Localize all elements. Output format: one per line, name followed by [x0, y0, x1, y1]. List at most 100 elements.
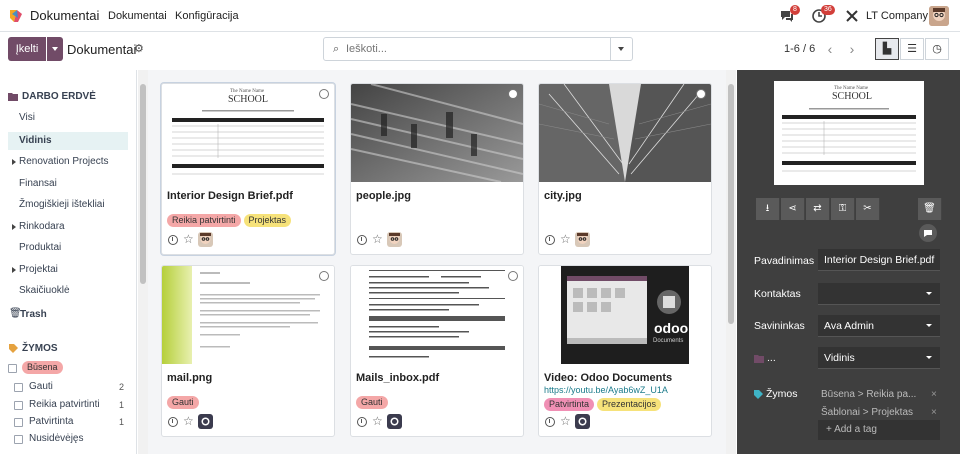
activity-clock-icon[interactable]: [545, 417, 555, 427]
pager-next-button[interactable]: ›: [842, 38, 862, 60]
select-checkbox[interactable]: [508, 89, 518, 99]
document-card[interactable]: The Name Name SCHOOL Interior Design Bri…: [161, 83, 335, 255]
star-icon[interactable]: ☆: [560, 232, 571, 246]
tag-item-patvirtinta[interactable]: Patvirtinta 1: [14, 414, 128, 430]
list-view-button[interactable]: ☰: [900, 38, 924, 60]
sidebar-item-skaiciuokle[interactable]: Skaičiuoklė: [8, 282, 128, 300]
owner-select[interactable]: Ava Admin: [818, 315, 940, 337]
owner-avatar[interactable]: [387, 232, 402, 247]
add-tag-input[interactable]: + Add a tag: [818, 420, 940, 440]
owner-avatar[interactable]: [198, 232, 213, 247]
document-thumbnail[interactable]: odoo Documents: [539, 266, 711, 364]
star-icon[interactable]: ☆: [372, 414, 383, 428]
sidebar-item-trash[interactable]: Trash: [20, 309, 47, 320]
document-thumbnail[interactable]: [351, 266, 523, 364]
upload-dropdown-button[interactable]: [47, 37, 63, 61]
sidebar-item-rinkodara[interactable]: Rinkodara: [8, 218, 128, 236]
activity-clock-icon[interactable]: [545, 235, 555, 245]
activity-clock-icon[interactable]: [168, 417, 178, 427]
document-card[interactable]: Mails_inbox.pdf Gauti ☆: [350, 265, 524, 437]
owner-avatar[interactable]: [575, 414, 590, 429]
sidebar-item-zmogiskieji-istekliai[interactable]: Žmogiškieji ištekliai: [8, 196, 128, 214]
delete-trash-icon[interactable]: 🗑: [918, 198, 942, 220]
search-icon[interactable]: ⌕: [333, 43, 339, 56]
share-icon[interactable]: ⋖: [781, 198, 805, 220]
owner-avatar[interactable]: [387, 414, 402, 429]
document-thumbnail[interactable]: [539, 84, 711, 182]
tag-checkbox[interactable]: [14, 435, 23, 444]
search-input[interactable]: [346, 41, 606, 57]
remove-tag-icon[interactable]: ×: [931, 407, 937, 418]
tag-checkbox[interactable]: [14, 401, 23, 410]
tag-checkbox[interactable]: [14, 418, 23, 427]
star-icon[interactable]: ☆: [372, 232, 383, 246]
owner-avatar[interactable]: [575, 232, 590, 247]
name-field[interactable]: Interior Design Brief.pdf: [818, 249, 940, 271]
document-url[interactable]: https://youtu.be/Ayab6wZ_U1A: [544, 385, 668, 395]
document-thumbnail[interactable]: The Name Name SCHOOL: [162, 84, 334, 182]
document-title[interactable]: mail.png: [167, 372, 212, 384]
tag-item-reikia-patvirtinti[interactable]: Reikia patvirtinti 1: [14, 397, 128, 413]
select-checkbox[interactable]: [696, 89, 706, 99]
gear-icon[interactable]: ⚙: [134, 42, 144, 55]
contact-select[interactable]: [818, 283, 940, 305]
chatter-toggle-icon[interactable]: [919, 224, 937, 242]
star-icon[interactable]: ☆: [183, 232, 194, 246]
document-title[interactable]: Mails_inbox.pdf: [356, 372, 439, 384]
menu-konfiguracija[interactable]: Konfigūracija: [175, 10, 239, 22]
document-title[interactable]: Interior Design Brief.pdf: [167, 190, 293, 202]
split-scissors-icon[interactable]: ✂: [856, 198, 880, 220]
star-icon[interactable]: ☆: [183, 414, 194, 428]
sidebar-item-visi[interactable]: Visi: [8, 109, 128, 127]
sidebar-item-finansai[interactable]: Finansai: [8, 175, 128, 193]
tag-item-nusideveje[interactable]: Nusidėvėjęs: [14, 431, 128, 447]
document-card[interactable]: odoo Documents Video: Odoo Documents htt…: [538, 265, 712, 437]
pager-prev-button[interactable]: ‹: [820, 38, 840, 60]
owner-avatar[interactable]: [198, 414, 213, 429]
sidebar-item-projektai[interactable]: Projektai: [8, 261, 128, 279]
document-title[interactable]: people.jpg: [356, 190, 411, 202]
kanban-scrollbar-thumb[interactable]: [728, 84, 734, 324]
sidebar-scrollbar-thumb[interactable]: [140, 84, 146, 284]
app-name[interactable]: Dokumentai: [30, 8, 99, 23]
activity-clock-icon[interactable]: [357, 417, 367, 427]
tag-group-checkbox[interactable]: [8, 364, 17, 373]
tag-chip[interactable]: Šablonai > Projektas ×: [821, 407, 937, 418]
sidebar-item-produktai[interactable]: Produktai: [8, 239, 128, 257]
tools-icon[interactable]: [845, 9, 859, 23]
document-thumbnail[interactable]: [162, 266, 334, 364]
select-checkbox[interactable]: [508, 271, 518, 281]
tag-item-gauti[interactable]: Gauti 2: [14, 379, 128, 395]
document-preview[interactable]: The Name Name SCHOOL: [774, 81, 924, 185]
select-checkbox[interactable]: [319, 89, 329, 99]
document-thumbnail[interactable]: [351, 84, 523, 182]
lock-icon[interactable]: ⚿: [831, 198, 855, 220]
tag-group-busena[interactable]: Būsena: [8, 360, 122, 376]
activity-clock-icon[interactable]: [168, 235, 178, 245]
user-avatar[interactable]: [929, 6, 949, 26]
document-title[interactable]: Video: Odoo Documents: [544, 372, 672, 384]
document-card[interactable]: people.jpg ☆: [350, 83, 524, 255]
pager-value[interactable]: 1-6 / 6: [784, 43, 815, 55]
folder-select[interactable]: Vidinis: [818, 347, 940, 369]
upload-button[interactable]: Įkelti: [8, 37, 46, 61]
menu-dokumentai[interactable]: Dokumentai: [108, 10, 167, 22]
kanban-view-button[interactable]: ▙: [875, 38, 899, 60]
tag-chip[interactable]: Būsena > Reikia pa... ×: [821, 389, 937, 400]
document-card[interactable]: city.jpg ☆: [538, 83, 712, 255]
tag-checkbox[interactable]: [14, 383, 23, 392]
search-options-toggle[interactable]: [610, 38, 632, 60]
company-switcher[interactable]: LT Company: [866, 10, 928, 22]
star-icon[interactable]: ☆: [560, 414, 571, 428]
replace-icon[interactable]: ⇄: [806, 198, 830, 220]
sidebar-item-renovation-projects[interactable]: Renovation Projects: [8, 153, 128, 171]
activity-view-button[interactable]: ◷: [925, 38, 949, 60]
sidebar-item-vidinis[interactable]: Vidinis: [8, 132, 128, 150]
document-title[interactable]: city.jpg: [544, 190, 582, 202]
document-card[interactable]: mail.png Gauti ☆: [161, 265, 335, 437]
select-checkbox[interactable]: [319, 271, 329, 281]
documents-app-icon[interactable]: [8, 8, 24, 24]
remove-tag-icon[interactable]: ×: [931, 389, 937, 400]
activity-clock-icon[interactable]: [357, 235, 367, 245]
download-icon[interactable]: ⭳: [756, 198, 780, 220]
